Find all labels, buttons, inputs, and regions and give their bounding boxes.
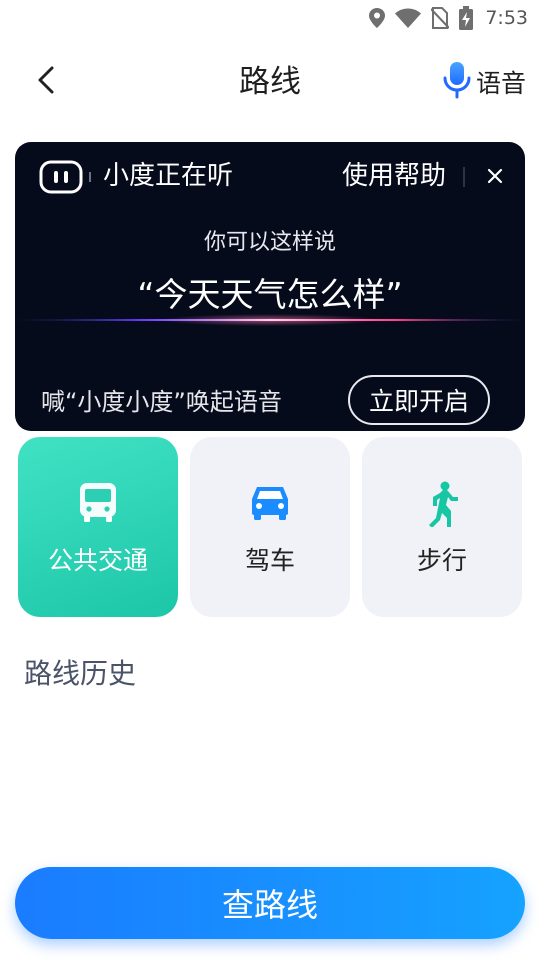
walk-icon (425, 481, 459, 531)
mode-label: 步行 (416, 546, 467, 575)
glow-line (15, 314, 525, 326)
history-title: 路线历史 (24, 657, 137, 690)
wifi-icon (395, 8, 422, 28)
microphone-icon (442, 61, 472, 103)
voice-button[interactable]: 语音 (442, 58, 526, 106)
search-route-button[interactable]: 查路线 (15, 867, 525, 939)
close-button[interactable] (479, 160, 511, 192)
status-bar: 7:53 (0, 0, 540, 36)
battery-charging-icon (459, 6, 474, 30)
divider (463, 167, 465, 187)
mode-label: 公共交通 (47, 546, 148, 575)
title-bar: 路线 语音 (0, 40, 540, 124)
car-icon (248, 481, 292, 525)
hint-label: 你可以这样说 (203, 230, 336, 255)
listening-status: 小度正在听 (103, 161, 234, 191)
mode-transit[interactable]: 公共交通 (18, 437, 178, 617)
enable-button[interactable]: 立即开启 (348, 375, 490, 425)
robot-icon (39, 160, 95, 198)
bus-icon (77, 481, 119, 527)
mode-walk[interactable]: 步行 (362, 437, 522, 617)
close-icon (487, 168, 503, 184)
status-time: 7:53 (485, 7, 528, 29)
location-icon (369, 8, 386, 28)
no-sim-icon (431, 7, 450, 29)
voice-card-header: 小度正在听 使用帮助 (15, 142, 525, 212)
mode-drive[interactable]: 驾车 (190, 437, 350, 617)
example-phrase: “今天天气怎么样” (137, 275, 403, 314)
help-link[interactable]: 使用帮助 (342, 158, 446, 194)
wake-hint: 喊“小度小度”唤起语音 (41, 388, 282, 416)
voice-label: 语音 (475, 69, 526, 98)
voice-assistant-card: 小度正在听 使用帮助 你可以这样说 “今天天气怎么样” 喊“小度小度”唤起语音 … (15, 142, 525, 431)
mode-label: 驾车 (244, 546, 295, 575)
